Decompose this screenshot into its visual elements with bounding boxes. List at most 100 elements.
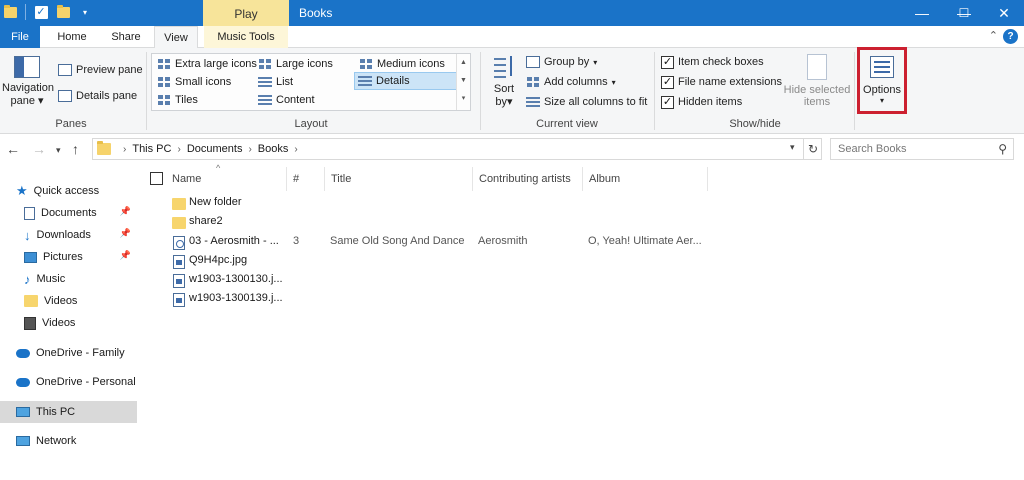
refresh-icon[interactable]: ↻ bbox=[803, 139, 822, 159]
tab-home[interactable]: Home bbox=[46, 26, 98, 48]
size-columns-icon bbox=[526, 96, 540, 108]
properties-icon[interactable]: ✓ bbox=[33, 4, 49, 20]
table-row[interactable]: share2 bbox=[166, 213, 746, 232]
nav-item-network[interactable]: Network bbox=[0, 430, 137, 452]
table-row[interactable]: w1903-1300139.j... bbox=[166, 290, 746, 309]
breadcrumb-this-pc[interactable]: This PC bbox=[132, 143, 171, 155]
breadcrumb-separator-icon[interactable]: › bbox=[177, 144, 180, 155]
nav-item-videos[interactable]: Videos bbox=[0, 312, 137, 334]
group-by-button[interactable]: Group by ▾ bbox=[526, 53, 597, 71]
table-row[interactable]: New folder bbox=[166, 194, 746, 213]
table-row[interactable]: Q9H4pc.jpg bbox=[166, 252, 746, 271]
up-arrow-icon[interactable]: ↑ bbox=[72, 141, 79, 157]
select-all-checkbox[interactable] bbox=[150, 172, 163, 185]
minimize-button[interactable]: — bbox=[902, 0, 942, 26]
hidden-items-toggle[interactable]: ✓ Hidden items bbox=[661, 93, 742, 111]
table-row[interactable]: w1903-1300130.j... bbox=[166, 271, 746, 290]
address-dropdown-icon[interactable]: ▾ bbox=[790, 142, 795, 153]
breadcrumb-separator-icon[interactable]: › bbox=[248, 144, 251, 155]
network-icon bbox=[16, 436, 30, 446]
layout-tiles[interactable]: Tiles bbox=[154, 91, 201, 109]
check-icon[interactable]: ✓ bbox=[661, 95, 674, 109]
navigation-pane-button[interactable]: Navigation pane ▾ bbox=[2, 56, 54, 107]
recent-locations-icon[interactable]: ▾ bbox=[56, 145, 61, 156]
nav-item-onedrive-personal[interactable]: OneDrive - Personal bbox=[0, 371, 137, 393]
layout-medium-icons[interactable]: Medium icons bbox=[356, 55, 448, 73]
check-icon[interactable]: ✓ bbox=[661, 75, 674, 89]
tab-share[interactable]: Share bbox=[102, 26, 150, 48]
layout-small-icons[interactable]: Small icons bbox=[154, 73, 234, 91]
size-all-columns-button[interactable]: Size all columns to fit bbox=[526, 93, 647, 111]
large-icons-icon bbox=[258, 58, 272, 70]
nav-item-videos-folder[interactable]: Videos bbox=[0, 290, 137, 312]
folder-icon[interactable] bbox=[2, 4, 18, 20]
navigation-pane-icon bbox=[14, 56, 40, 78]
nav-item-this-pc[interactable]: This PC bbox=[0, 401, 137, 423]
hide-selected-items-button[interactable]: Hide selected items bbox=[783, 54, 851, 108]
preview-pane-label: Preview pane bbox=[76, 64, 143, 76]
track-number: 3 bbox=[293, 235, 300, 247]
layout-large-icons[interactable]: Large icons bbox=[255, 55, 336, 73]
nav-item-onedrive-family[interactable]: OneDrive - Family bbox=[0, 342, 137, 364]
preview-pane-button[interactable]: Preview pane bbox=[58, 61, 143, 79]
star-icon: ★ bbox=[16, 183, 28, 198]
pictures-icon bbox=[24, 251, 37, 263]
tab-play[interactable]: Play bbox=[203, 0, 289, 26]
add-columns-button[interactable]: Add columns ▾ bbox=[526, 73, 616, 91]
image-file-icon bbox=[173, 292, 185, 307]
breadcrumb-books[interactable]: Books bbox=[258, 143, 289, 155]
nav-item-pictures[interactable]: Pictures 📌 bbox=[0, 246, 137, 268]
details-pane-button[interactable]: Details pane bbox=[58, 87, 137, 105]
layout-content[interactable]: Content bbox=[255, 91, 318, 109]
divider bbox=[25, 4, 26, 20]
address-bar[interactable]: › This PC › Documents › Books › bbox=[92, 138, 822, 160]
forward-arrow-icon[interactable]: → bbox=[32, 141, 46, 157]
breadcrumb-separator-icon[interactable]: › bbox=[123, 144, 126, 155]
column-header-title[interactable]: Title bbox=[324, 167, 472, 191]
cloud-icon bbox=[16, 348, 30, 358]
nav-item-downloads[interactable]: ↓ Downloads 📌 bbox=[0, 224, 137, 246]
customize-toolbar-icon[interactable]: ▾ bbox=[77, 4, 93, 20]
layout-scrollbar[interactable]: ▲ ▼ ▾ bbox=[456, 54, 470, 110]
pin-icon[interactable]: 📌 bbox=[120, 206, 131, 217]
nav-item-documents[interactable]: Documents 📌 bbox=[0, 202, 137, 224]
close-button[interactable]: ✕ bbox=[984, 0, 1024, 26]
pin-icon[interactable]: 📌 bbox=[120, 228, 131, 239]
chevron-up-icon[interactable]: ⌃ bbox=[989, 29, 998, 42]
folder-icon bbox=[172, 216, 186, 229]
layout-list[interactable]: List bbox=[255, 73, 296, 91]
breadcrumb-documents[interactable]: Documents bbox=[187, 143, 243, 155]
tab-music-tools[interactable]: Music Tools bbox=[204, 26, 288, 48]
sort-by-button[interactable]: Sort by▾ bbox=[486, 54, 522, 108]
search-input[interactable]: Search Books ⚲ bbox=[830, 138, 1014, 160]
scroll-up-icon[interactable]: ▲ bbox=[457, 54, 470, 72]
layout-details[interactable]: Details bbox=[354, 72, 457, 90]
item-check-boxes-toggle[interactable]: ✓ Item check boxes bbox=[661, 53, 764, 71]
maximize-button[interactable]: ☐ bbox=[944, 0, 984, 26]
file-name-extensions-toggle[interactable]: ✓ File name extensions bbox=[661, 73, 782, 91]
breadcrumb-separator-icon[interactable]: › bbox=[294, 144, 297, 155]
help-icon[interactable]: ? bbox=[1003, 29, 1018, 44]
nav-item-music[interactable]: ♪ Music bbox=[0, 268, 137, 290]
check-icon[interactable]: ✓ bbox=[661, 55, 674, 69]
tab-file[interactable]: File bbox=[0, 26, 40, 48]
nav-item-quick-access[interactable]: ★ Quick access bbox=[0, 180, 137, 202]
dropdown-arrow-icon: ▾ bbox=[593, 57, 598, 67]
tab-view[interactable]: View bbox=[154, 26, 198, 49]
layout-extra-large-icons[interactable]: Extra large icons bbox=[154, 55, 260, 73]
dropdown-arrow-icon: ▾ bbox=[611, 77, 616, 87]
back-arrow-icon[interactable]: ← bbox=[6, 141, 20, 157]
column-header-name[interactable]: Name bbox=[166, 167, 286, 191]
new-folder-icon[interactable] bbox=[55, 4, 71, 20]
column-header-contributing-artists[interactable]: Contributing artists bbox=[472, 167, 582, 191]
group-label-show-hide: Show/hide bbox=[729, 118, 781, 130]
column-header-album[interactable]: Album bbox=[582, 167, 708, 191]
expand-gallery-icon[interactable]: ▾ bbox=[457, 90, 470, 108]
table-row[interactable]: 03 - Aerosmith - ... 3 Same Old Song And… bbox=[166, 233, 746, 252]
search-icon[interactable]: ⚲ bbox=[998, 142, 1007, 156]
scroll-down-icon[interactable]: ▼ bbox=[457, 72, 470, 90]
pin-icon[interactable]: 📌 bbox=[120, 250, 131, 261]
download-icon: ↓ bbox=[24, 227, 31, 243]
file-name: 03 - Aerosmith - ... bbox=[189, 235, 279, 247]
column-header-number[interactable]: # bbox=[286, 167, 324, 191]
